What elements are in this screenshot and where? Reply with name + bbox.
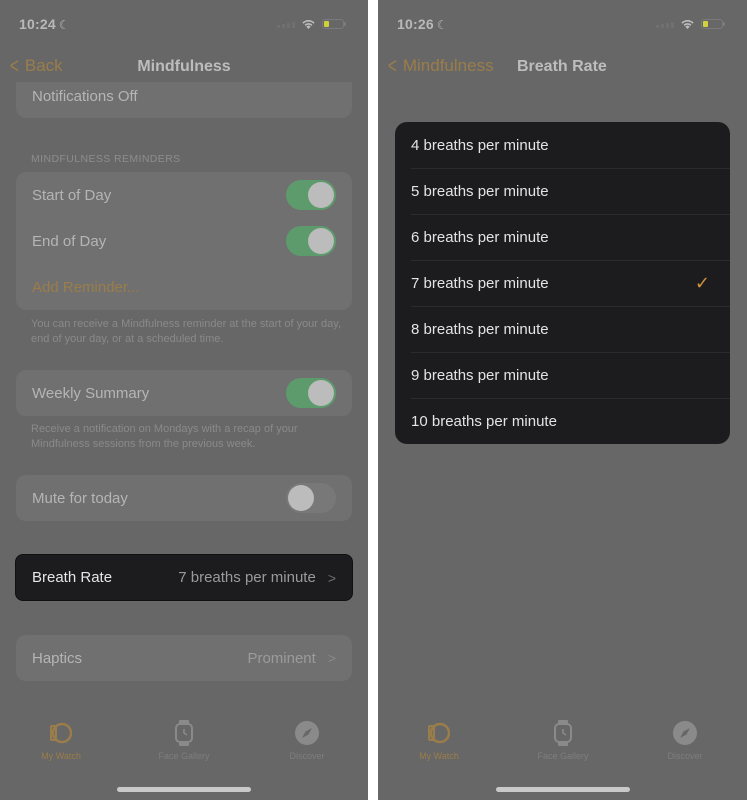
weekly-summary-label: Weekly Summary bbox=[32, 384, 150, 402]
wifi-icon bbox=[681, 20, 694, 29]
chevron-right-icon: > bbox=[327, 650, 336, 666]
watch-icon bbox=[394, 720, 484, 746]
option-label: 8 breaths per minute bbox=[411, 320, 549, 338]
page-title: Breath Rate bbox=[517, 58, 607, 75]
cellular-signal-icon bbox=[277, 20, 295, 28]
tab-discover[interactable]: Discover bbox=[640, 720, 730, 761]
start-of-day-toggle[interactable] bbox=[286, 180, 336, 210]
breath-rate-label: Breath Rate bbox=[32, 569, 113, 586]
breath-rate-picker-screen: 10:26 ☾ < Mindfulness Breath Rate 4 breat… bbox=[378, 0, 747, 800]
option-label: 7 breaths per minute bbox=[411, 274, 549, 292]
tab-label: Face Gallery bbox=[158, 751, 210, 761]
add-reminder-button[interactable]: Add Reminder... bbox=[32, 279, 336, 296]
option-label: 10 breaths per minute bbox=[411, 412, 557, 430]
breath-rate-option[interactable]: 7 breaths per minute ✓ bbox=[395, 260, 730, 306]
reminder-row-start-of-day: Start of Day bbox=[16, 172, 352, 218]
tab-face-gallery[interactable]: Face Gallery bbox=[139, 720, 229, 761]
option-label: 4 breaths per minute bbox=[411, 136, 549, 154]
back-label: Mindfulness bbox=[402, 56, 494, 75]
battery-icon bbox=[322, 18, 346, 29]
tab-bar: My Watch Face Gallery Discover bbox=[0, 720, 368, 770]
weekly-summary-footnote: Receive a notification on Mondays with a… bbox=[31, 423, 298, 450]
battery-icon bbox=[701, 18, 725, 29]
breath-rate-options-list: 4 breaths per minute 5 breaths per minute… bbox=[395, 122, 730, 444]
option-label: 9 breaths per minute bbox=[411, 366, 549, 384]
tab-label: Discover bbox=[667, 751, 703, 761]
back-button[interactable]: < Mindfulness bbox=[386, 55, 494, 77]
compass-icon bbox=[640, 720, 730, 746]
tab-label: My Watch bbox=[41, 751, 81, 761]
watch-icon bbox=[16, 720, 106, 746]
weekly-summary-toggle[interactable] bbox=[286, 378, 336, 408]
add-reminder-row[interactable]: Add Reminder... bbox=[16, 264, 352, 310]
checkmark-icon: ✓ bbox=[694, 272, 710, 293]
face-gallery-icon bbox=[518, 720, 608, 746]
breath-rate-row[interactable]: Breath Rate 7 breaths per minute > bbox=[15, 554, 353, 601]
home-indicator[interactable] bbox=[117, 787, 251, 792]
option-label: 5 breaths per minute bbox=[411, 182, 549, 200]
home-indicator[interactable] bbox=[495, 787, 630, 792]
mute-row: Mute for today bbox=[16, 475, 352, 521]
clock-text: 10:24 bbox=[19, 16, 56, 32]
reminder-row-end-of-day: End of Day bbox=[16, 218, 352, 264]
breath-rate-value: 7 breaths per minute bbox=[178, 569, 316, 586]
reminders-group: Start of Day End of Day Add Reminder... bbox=[16, 172, 352, 310]
tab-label: My Watch bbox=[419, 751, 459, 761]
section-header-reminders: MINDFULNESS REMINDERS bbox=[31, 153, 181, 165]
tab-my-watch[interactable]: My Watch bbox=[394, 720, 484, 761]
moon-icon: ☾ bbox=[436, 18, 448, 32]
weekly-summary-row: Weekly Summary bbox=[16, 370, 352, 416]
moon-icon: ☾ bbox=[58, 18, 70, 32]
page-title: Mindfulness bbox=[137, 58, 231, 75]
mute-for-today-toggle[interactable] bbox=[286, 483, 336, 513]
reminder-label: Start of Day bbox=[32, 186, 112, 204]
status-indicators bbox=[656, 18, 725, 29]
tab-face-gallery[interactable]: Face Gallery bbox=[518, 720, 608, 761]
face-gallery-icon bbox=[139, 720, 229, 746]
navigation-bar: < Back Mindfulness bbox=[0, 55, 368, 81]
weekly-summary-group: Weekly Summary bbox=[16, 370, 352, 416]
tab-discover[interactable]: Discover bbox=[262, 720, 352, 761]
tab-label: Discover bbox=[289, 751, 325, 761]
option-label: 6 breaths per minute bbox=[411, 228, 549, 246]
notifications-label: Notifications Off bbox=[32, 87, 138, 105]
breath-rate-option[interactable]: 9 breaths per minute bbox=[395, 352, 730, 398]
reminder-label: End of Day bbox=[32, 232, 107, 250]
cellular-signal-icon bbox=[656, 20, 674, 28]
tab-label: Face Gallery bbox=[537, 751, 589, 761]
mute-group: Mute for today bbox=[16, 475, 352, 521]
status-indicators bbox=[277, 18, 346, 29]
status-time: 10:24 ☾ bbox=[19, 16, 70, 32]
breath-rate-option[interactable]: 8 breaths per minute bbox=[395, 306, 730, 352]
mute-label: Mute for today bbox=[32, 489, 128, 507]
compass-icon bbox=[262, 720, 352, 746]
tab-my-watch[interactable]: My Watch bbox=[16, 720, 106, 761]
status-bar: 10:26 ☾ bbox=[378, 16, 747, 36]
status-bar: 10:24 ☾ bbox=[0, 16, 368, 36]
tab-bar: My Watch Face Gallery Discover bbox=[378, 720, 747, 770]
haptics-row[interactable]: Haptics Prominent > bbox=[16, 635, 352, 681]
clock-text: 10:26 bbox=[397, 16, 434, 32]
breath-rate-option[interactable]: 4 breaths per minute bbox=[395, 122, 730, 168]
reminders-footnote: You can receive a Mindfulness reminder a… bbox=[31, 318, 341, 345]
chevron-right-icon: > bbox=[327, 569, 336, 586]
haptics-group: Haptics Prominent > bbox=[16, 635, 352, 681]
chevron-left-icon: < bbox=[387, 53, 397, 78]
breath-rate-option[interactable]: 10 breaths per minute bbox=[395, 398, 730, 444]
end-of-day-toggle[interactable] bbox=[286, 226, 336, 256]
breath-rate-option[interactable]: 6 breaths per minute bbox=[395, 214, 730, 260]
status-time: 10:26 ☾ bbox=[397, 16, 448, 32]
haptics-label: Haptics bbox=[32, 649, 83, 667]
navigation-bar: < Mindfulness Breath Rate bbox=[378, 55, 747, 81]
breath-rate-option[interactable]: 5 breaths per minute bbox=[395, 168, 730, 214]
wifi-icon bbox=[302, 20, 315, 29]
mindfulness-settings-screen: 10:24 ☾ < Back Mindfulness Notifications … bbox=[0, 0, 368, 800]
haptics-value: Prominent bbox=[247, 649, 316, 667]
